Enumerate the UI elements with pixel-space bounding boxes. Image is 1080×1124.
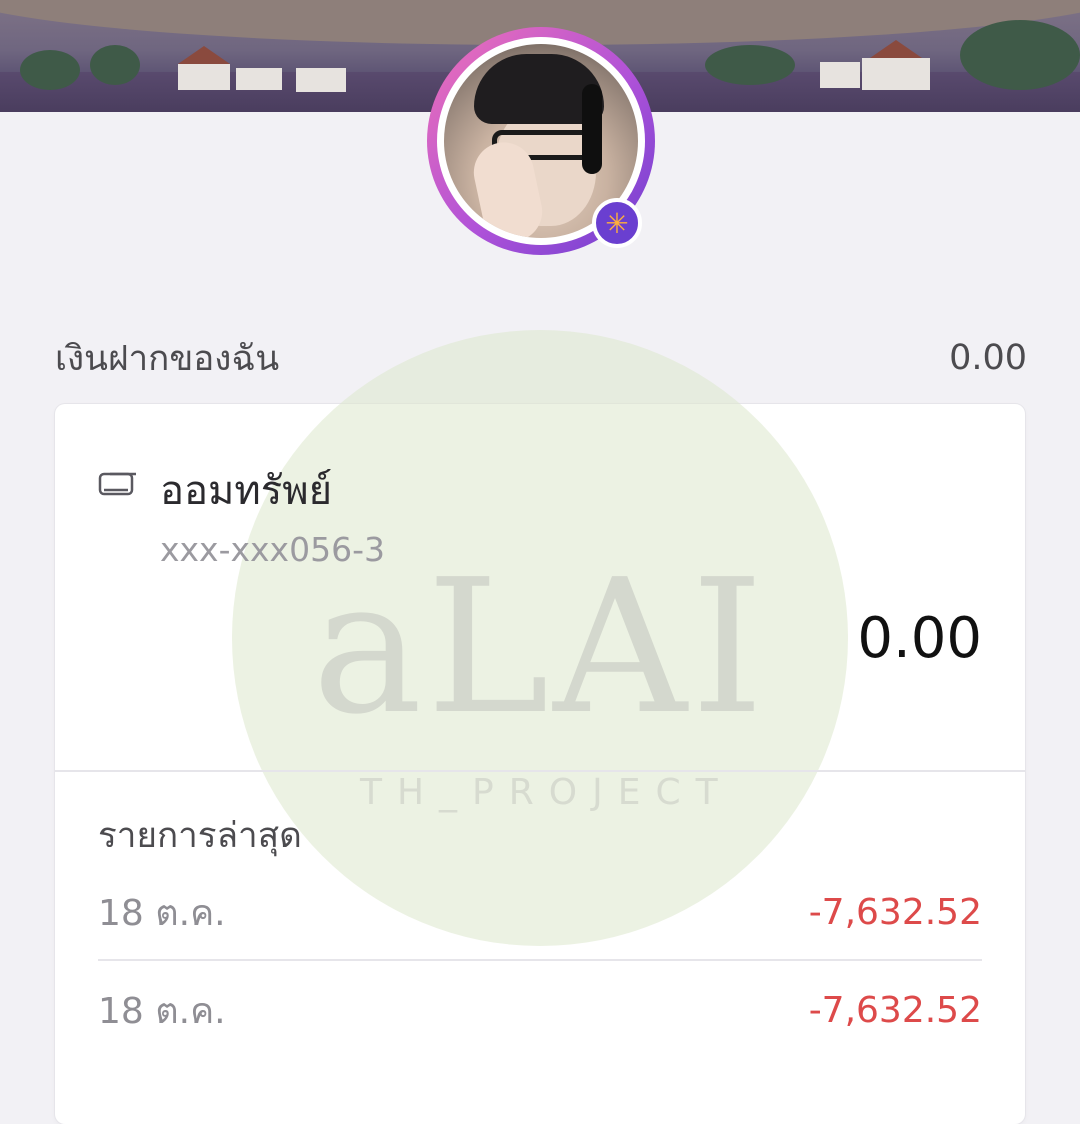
account-balance: 0.00 bbox=[857, 606, 982, 671]
account-number: xxx-xxx056-3 bbox=[160, 530, 385, 569]
recent-transactions-title: รายการล่าสุด bbox=[98, 816, 302, 856]
card-divider bbox=[55, 770, 1025, 772]
transaction-date: 18 ต.ค. bbox=[98, 990, 226, 1032]
transaction-row[interactable]: 18 ต.ค. -7,632.52 bbox=[98, 887, 982, 937]
my-deposits-row: เงินฝากของฉัน 0.00 bbox=[55, 330, 1027, 386]
premium-badge-icon: ✳ bbox=[592, 198, 642, 248]
watermark-logo: aLAI bbox=[312, 539, 768, 755]
transaction-amount: -7,632.52 bbox=[808, 989, 982, 1031]
transaction-divider bbox=[98, 959, 982, 961]
my-deposits-total: 0.00 bbox=[949, 338, 1027, 378]
watermark-subtitle: TH_PROJECT bbox=[360, 772, 733, 813]
my-deposits-label: เงินฝากของฉัน bbox=[55, 338, 280, 379]
transaction-row[interactable]: 18 ต.ค. -7,632.52 bbox=[98, 985, 982, 1035]
card-icon bbox=[98, 472, 136, 496]
transaction-date: 18 ต.ค. bbox=[98, 892, 226, 934]
transaction-amount: -7,632.52 bbox=[808, 891, 982, 933]
account-type: ออมทรัพย์ bbox=[160, 468, 333, 514]
